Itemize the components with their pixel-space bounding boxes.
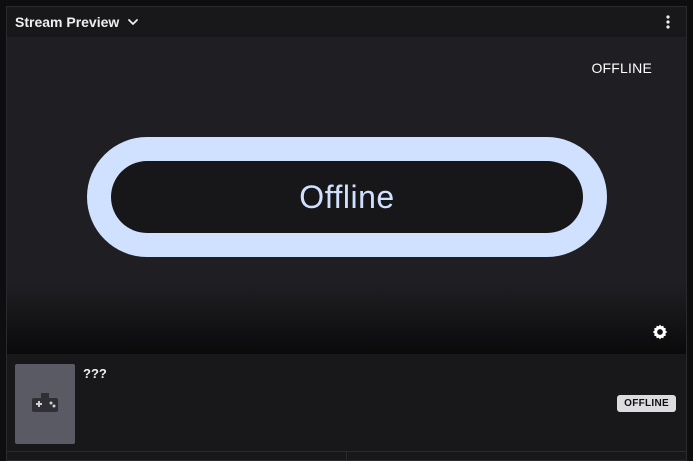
stream-preview-panel: Stream Preview OFFLINE Offline ??? OFFLI… xyxy=(6,6,687,461)
video-player[interactable]: OFFLINE Offline xyxy=(7,37,686,354)
bottom-divider xyxy=(7,451,686,460)
stream-info-bar: ??? OFFLINE xyxy=(7,354,686,454)
stream-title[interactable]: ??? xyxy=(83,366,107,381)
panel-header: Stream Preview xyxy=(7,7,686,37)
bottom-split xyxy=(346,452,347,460)
gear-icon[interactable] xyxy=(651,323,669,341)
more-vertical-icon[interactable] xyxy=(660,14,676,30)
panel-title: Stream Preview xyxy=(15,14,120,30)
offline-badge: OFFLINE xyxy=(617,395,676,412)
offline-placeholder-inner: Offline xyxy=(111,161,583,233)
chevron-down-icon[interactable] xyxy=(127,16,139,28)
offline-status-label: OFFLINE xyxy=(591,60,652,76)
gamepad-icon xyxy=(32,393,58,412)
stream-thumbnail[interactable] xyxy=(15,364,75,444)
offline-placeholder-graphic: Offline xyxy=(87,137,607,257)
offline-placeholder-text: Offline xyxy=(299,178,395,215)
